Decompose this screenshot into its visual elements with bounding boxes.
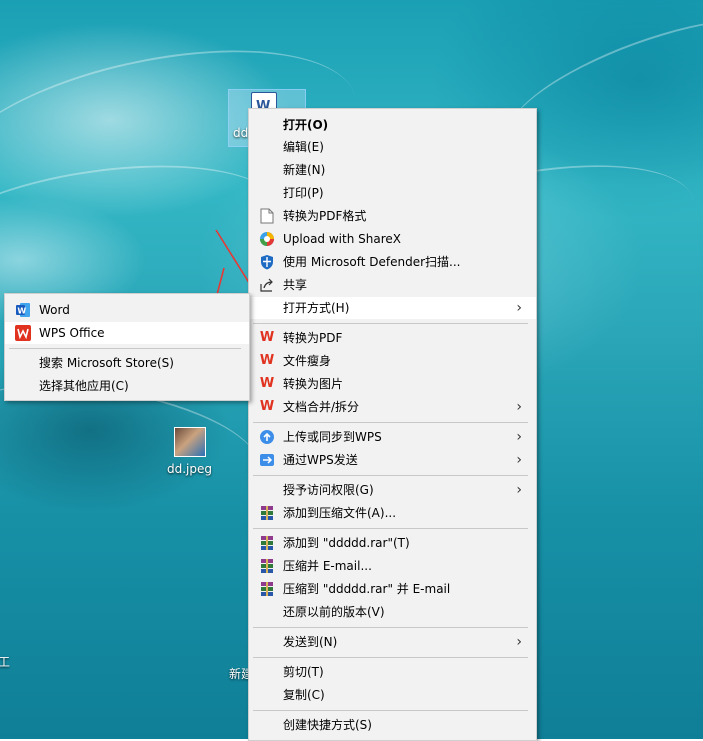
menu-item-copy[interactable]: 复制(C) xyxy=(249,684,536,706)
menu-item-print[interactable]: 打印(P) xyxy=(249,182,536,204)
submenu-item-label: 选择其他应用(C) xyxy=(39,379,129,393)
submenu-item-choose-other-app[interactable]: 选择其他应用(C) xyxy=(5,375,249,397)
chevron-right-icon: › xyxy=(516,300,522,316)
menu-item-label: 剪切(T) xyxy=(283,665,324,679)
menu-item-label: 压缩到 "ddddd.rar" 并 E-mail xyxy=(283,582,451,596)
menu-separator xyxy=(253,528,528,529)
menu-item-label: 授予访问权限(G) xyxy=(283,483,374,497)
menu-item-upload-sync-wps[interactable]: 上传或同步到WPS › xyxy=(249,426,536,448)
menu-item-label: 打开方式(H) xyxy=(283,301,350,315)
chevron-right-icon: › xyxy=(516,452,522,468)
menu-item-upload-sharex[interactable]: Upload with ShareX xyxy=(249,228,536,250)
chevron-right-icon: › xyxy=(516,634,522,650)
menu-item-wps-slim[interactable]: W 文件瘦身 xyxy=(249,350,536,372)
menu-item-label: 通过WPS发送 xyxy=(283,453,358,467)
submenu-item-wps-office[interactable]: WPS Office xyxy=(5,322,249,344)
winrar-icon xyxy=(259,581,275,597)
chevron-right-icon: › xyxy=(516,399,522,415)
menu-item-edit[interactable]: 编辑(E) xyxy=(249,136,536,158)
menu-item-grant-access[interactable]: 授予访问权限(G) › xyxy=(249,479,536,501)
defender-shield-icon xyxy=(259,254,275,270)
share-icon xyxy=(259,277,275,293)
menu-item-label: 还原以前的版本(V) xyxy=(283,605,385,619)
menu-item-label: 发送到(N) xyxy=(283,635,338,649)
menu-separator xyxy=(253,710,528,711)
menu-item-send-to[interactable]: 发送到(N) › xyxy=(249,631,536,653)
submenu-item-word[interactable]: W Word xyxy=(5,299,249,321)
context-menu: 打开(O) 编辑(E) 新建(N) 打印(P) 转换为PDF格式 Upload … xyxy=(248,108,537,741)
wps-icon: W xyxy=(259,399,275,414)
svg-text:W: W xyxy=(17,306,26,315)
menu-separator xyxy=(253,627,528,628)
menu-item-label: 创建快捷方式(S) xyxy=(283,718,372,732)
open-with-submenu: W Word WPS Office 搜索 Microsoft Store(S) … xyxy=(4,293,250,401)
menu-item-send-via-wps[interactable]: 通过WPS发送 › xyxy=(249,449,536,471)
menu-item-wps-to-pdf[interactable]: W 转换为PDF xyxy=(249,327,536,349)
menu-item-label: 新建(N) xyxy=(283,163,326,177)
menu-item-label: 上传或同步到WPS xyxy=(283,430,382,444)
menu-item-label: 打印(P) xyxy=(283,186,324,200)
menu-separator xyxy=(9,348,241,349)
submenu-item-label: 搜索 Microsoft Store(S) xyxy=(39,356,174,370)
submenu-item-label: WPS Office xyxy=(39,326,105,340)
sharex-icon xyxy=(259,231,275,247)
menu-item-compress-to-rar-email[interactable]: 压缩到 "ddddd.rar" 并 E-mail xyxy=(249,578,536,600)
word-icon: W xyxy=(15,302,31,318)
menu-item-label: 添加到压缩文件(A)... xyxy=(283,506,397,520)
menu-item-create-shortcut[interactable]: 创建快捷方式(S) xyxy=(249,714,536,736)
menu-item-label: 转换为PDF xyxy=(283,331,343,345)
menu-item-label: 压缩并 E-mail... xyxy=(283,559,372,573)
send-arrow-icon xyxy=(259,452,275,468)
menu-item-wps-merge-split[interactable]: W 文档合并/拆分 › xyxy=(249,396,536,418)
menu-item-label: 添加到 "ddddd.rar"(T) xyxy=(283,536,410,550)
menu-item-compress-email[interactable]: 压缩并 E-mail... xyxy=(249,555,536,577)
wps-icon: W xyxy=(259,353,275,368)
cloud-upload-icon xyxy=(259,429,275,445)
menu-item-label: 复制(C) xyxy=(283,688,325,702)
winrar-icon xyxy=(259,535,275,551)
pdf-doc-icon xyxy=(259,208,275,224)
menu-item-restore-previous[interactable]: 还原以前的版本(V) xyxy=(249,601,536,623)
chevron-right-icon: › xyxy=(516,429,522,445)
menu-item-open-with[interactable]: 打开方式(H) › xyxy=(249,297,536,319)
menu-item-defender-scan[interactable]: 使用 Microsoft Defender扫描... xyxy=(249,251,536,273)
menu-item-label: 共享 xyxy=(283,278,308,292)
menu-item-new[interactable]: 新建(N) xyxy=(249,159,536,181)
menu-item-label: 打开(O) xyxy=(283,118,329,132)
menu-separator xyxy=(253,422,528,423)
menu-item-label: Upload with ShareX xyxy=(283,232,401,246)
menu-separator xyxy=(253,657,528,658)
menu-item-add-to-rar[interactable]: 添加到 "ddddd.rar"(T) xyxy=(249,532,536,554)
menu-item-label: 编辑(E) xyxy=(283,140,324,154)
menu-item-label: 转换为PDF格式 xyxy=(283,209,367,223)
menu-item-label: 使用 Microsoft Defender扫描... xyxy=(283,255,461,269)
menu-item-label: 文档合并/拆分 xyxy=(283,400,360,414)
menu-item-label: 转换为图片 xyxy=(283,377,344,391)
submenu-item-search-store[interactable]: 搜索 Microsoft Store(S) xyxy=(5,352,249,374)
menu-item-share[interactable]: 共享 xyxy=(249,274,536,296)
menu-separator xyxy=(253,475,528,476)
chevron-right-icon: › xyxy=(516,482,522,498)
menu-item-label: 文件瘦身 xyxy=(283,354,332,368)
submenu-item-label: Word xyxy=(39,303,70,317)
wps-office-icon xyxy=(15,325,31,341)
winrar-icon xyxy=(259,558,275,574)
menu-item-wps-to-image[interactable]: W 转换为图片 xyxy=(249,373,536,395)
wps-icon: W xyxy=(259,376,275,391)
winrar-icon xyxy=(259,505,275,521)
menu-item-convert-pdf-format[interactable]: 转换为PDF格式 xyxy=(249,205,536,227)
menu-item-open[interactable]: 打开(O) xyxy=(249,114,536,136)
wps-icon: W xyxy=(259,330,275,345)
menu-item-cut[interactable]: 剪切(T) xyxy=(249,661,536,683)
menu-separator xyxy=(253,323,528,324)
menu-item-add-to-archive[interactable]: 添加到压缩文件(A)... xyxy=(249,502,536,524)
